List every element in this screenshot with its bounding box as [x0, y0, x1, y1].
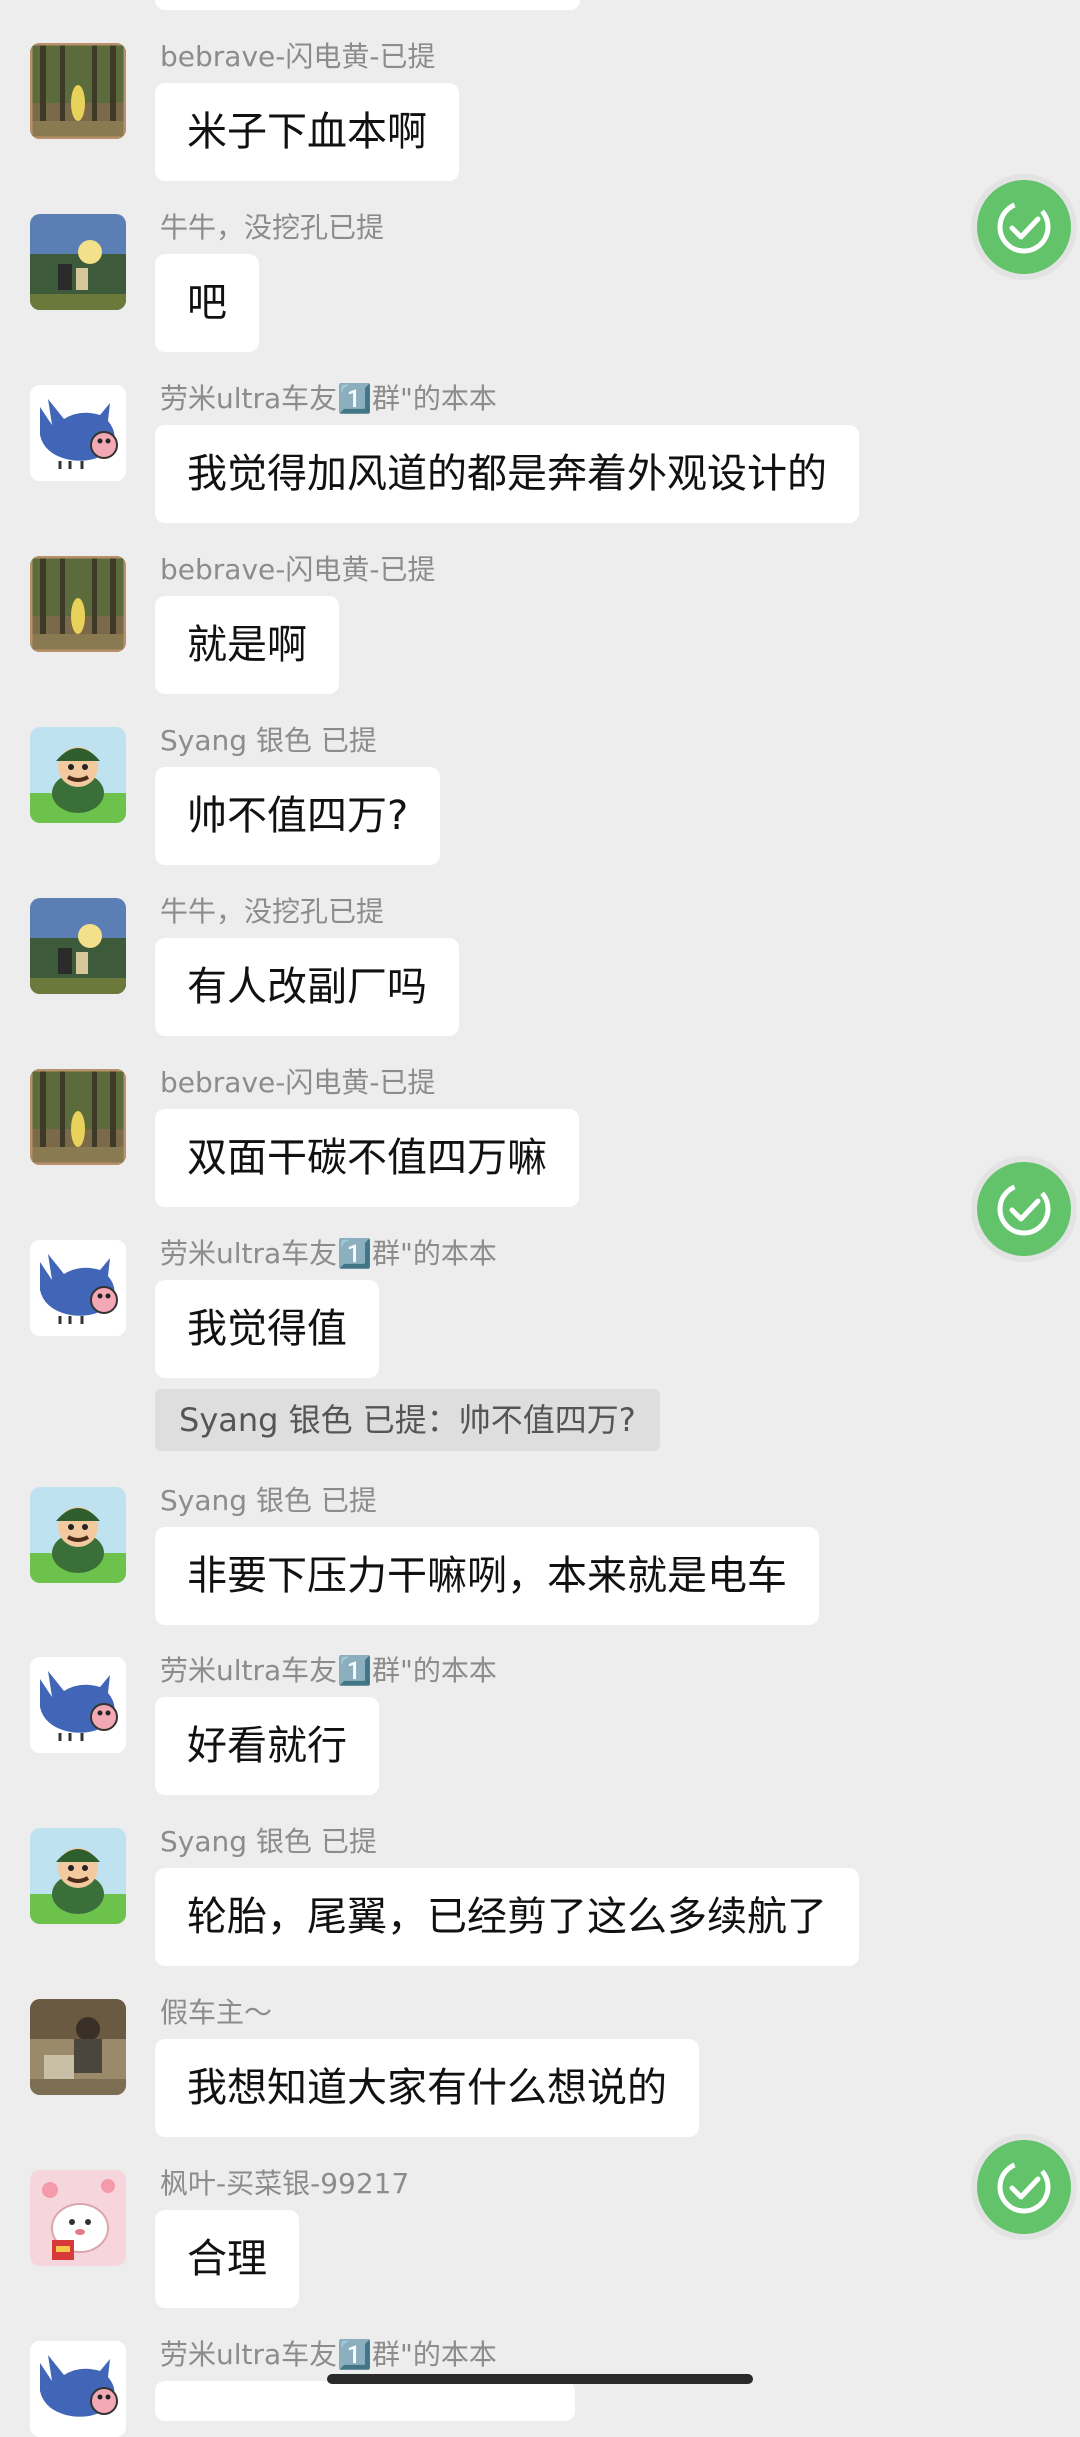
check-circle-icon — [997, 1182, 1051, 1236]
previous-message-bubble — [155, 0, 580, 10]
avatar-jiachezhu[interactable] — [30, 1999, 126, 2095]
avatar-fengye[interactable] — [30, 2170, 126, 2266]
message-bubble[interactable]: 我觉得加风道的都是奔着外观设计的 — [155, 425, 859, 523]
sender-name: 劳米ultra车友1️⃣群"的本本 — [160, 382, 497, 415]
quoted-reply[interactable]: Syang 银色 已提：帅不值四万? — [155, 1389, 660, 1451]
sender-name: bebrave-闪电黄-已提 — [160, 1066, 436, 1099]
message-bubble[interactable]: 好看就行 — [155, 1697, 379, 1795]
sender-name: 劳米ultra车友1️⃣群"的本本 — [160, 1237, 497, 1270]
sender-name: Syang 银色 已提 — [160, 724, 377, 757]
avatar-syang[interactable] — [30, 727, 126, 823]
avatar-bebrave[interactable] — [30, 556, 126, 652]
sender-name: Syang 银色 已提 — [160, 1484, 377, 1517]
message-bubble[interactable]: 非要下压力干嘛咧，本来就是电车 — [155, 1527, 819, 1625]
message-bubble[interactable] — [155, 2381, 575, 2421]
message-bubble[interactable]: 我觉得值 — [155, 1280, 379, 1378]
home-indicator[interactable] — [327, 2374, 753, 2384]
message-bubble[interactable]: 就是啊 — [155, 596, 339, 694]
check-circle-icon — [997, 2160, 1051, 2214]
check-circle-button[interactable] — [977, 2140, 1071, 2234]
avatar-syang[interactable] — [30, 1828, 126, 1924]
avatar-benben[interactable] — [30, 385, 126, 481]
sender-name: 牛牛，没挖孔已提 — [160, 211, 385, 244]
message-bubble[interactable]: 米子下血本啊 — [155, 83, 459, 181]
avatar-syang[interactable] — [30, 1487, 126, 1583]
sender-name: Syang 银色 已提 — [160, 1825, 377, 1858]
sender-name: bebrave-闪电黄-已提 — [160, 553, 436, 586]
message-bubble[interactable]: 我想知道大家有什么想说的 — [155, 2039, 699, 2137]
message-bubble[interactable]: 合理 — [155, 2210, 299, 2308]
message-bubble[interactable]: 双面干碳不值四万嘛 — [155, 1109, 579, 1207]
sender-name: 假车主～ — [160, 1996, 273, 2029]
check-circle-button[interactable] — [977, 1162, 1071, 1256]
message-bubble[interactable]: 吧 — [155, 254, 259, 352]
sender-name: 枫叶-买菜银-99217 — [160, 2167, 410, 2200]
avatar-bebrave[interactable] — [30, 1069, 126, 1165]
check-circle-button[interactable] — [977, 180, 1071, 274]
message-bubble[interactable]: 轮胎，尾翼，已经剪了这么多续航了 — [155, 1868, 859, 1966]
check-circle-icon — [997, 200, 1051, 254]
avatar-benben[interactable] — [30, 1240, 126, 1336]
avatar-bebrave[interactable] — [30, 43, 126, 139]
message-bubble[interactable]: 帅不值四万? — [155, 767, 441, 865]
sender-name: 牛牛，没挖孔已提 — [160, 895, 385, 928]
avatar-benben[interactable] — [30, 2341, 126, 2437]
message-bubble[interactable]: 有人改副厂吗 — [155, 938, 459, 1036]
avatar-niuniu[interactable] — [30, 898, 126, 994]
sender-name: 劳米ultra车友1️⃣群"的本本 — [160, 2338, 497, 2371]
avatar-niuniu[interactable] — [30, 214, 126, 310]
sender-name: bebrave-闪电黄-已提 — [160, 40, 436, 73]
sender-name: 劳米ultra车友1️⃣群"的本本 — [160, 1654, 497, 1687]
avatar-benben[interactable] — [30, 1657, 126, 1753]
